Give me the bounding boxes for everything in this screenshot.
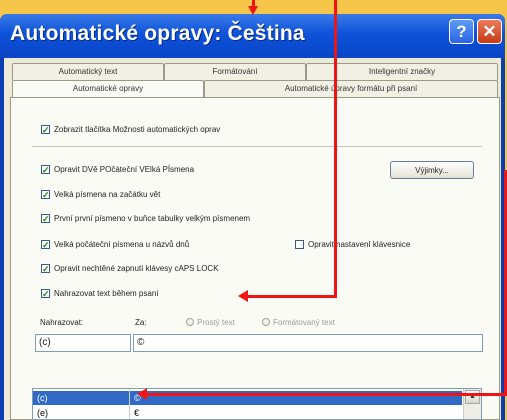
replace-label: Nahrazovat: [40,318,84,327]
show-buttons-checkbox[interactable]: ✓ [41,125,50,135]
caps-lock-checkbox[interactable]: ✓ [41,264,50,274]
column-separator [129,389,130,419]
list-item-to: € [134,408,140,418]
annotation-line [146,393,507,396]
list-item-from: (c) [37,393,48,403]
plain-text-label: Prostý text [197,318,235,327]
tab-autotext[interactable]: Automatický text [12,63,164,80]
formatted-text-label: Formátovaný text [273,318,335,327]
replace-input[interactable]: (c) [35,334,131,352]
separator [32,146,482,147]
replace-text-checkbox[interactable]: ✓ [41,289,50,299]
fix-keyboard-label: Opravit nastavení klávesnice [308,240,411,249]
formatted-text-radio[interactable] [262,318,270,326]
dialog-title: Automatické opravy: Čeština [10,22,305,45]
with-input[interactable]: © [133,334,483,352]
exceptions-button[interactable]: Výjimky... [390,161,474,179]
help-button[interactable]: ? [449,19,474,44]
annotation-arrow-icon [137,388,147,400]
tab-row-top: Automatický text Formátování Inteligentn… [12,63,498,80]
show-buttons-label: Zobrazit tlačítka Možnosti automatických… [54,125,221,134]
with-label: Za: [135,318,147,327]
plain-text-radio[interactable] [186,318,194,326]
capitalize-sentence-label: Velká písmena na začátku vět [54,190,161,199]
list-item[interactable]: (e) € [33,406,462,419]
annotation-line [334,0,337,297]
list-item-from: (e) [37,408,48,418]
capitalize-days-label: Velká počáteční písmena u názvů dnů [54,240,190,249]
screenshot-stage: Automatické opravy: Čeština ? ✕ Automati… [0,0,507,420]
capitalize-table-checkbox[interactable]: ✓ [41,214,50,224]
capitalize-days-checkbox[interactable]: ✓ [41,240,50,250]
capitalize-table-label: První první písmeno v buňce tabulky velk… [54,214,251,223]
tab-row-bottom: Automatické opravy Automatické úpravy fo… [12,80,498,99]
annotation-line [247,295,337,298]
capitalize-sentence-checkbox[interactable]: ✓ [41,190,50,200]
two-initial-caps-checkbox[interactable]: ✓ [41,165,50,175]
replace-text-label: Nahrazovat text během psaní [54,289,159,298]
caps-lock-label: Opravit nechtěné zapnutí klávesy cAPS LO… [54,264,219,273]
annotation-arrow-icon [248,6,258,15]
two-initial-caps-label: Opravit DVě POčáteční VElká PÍsmena [54,165,195,174]
tab-formatting[interactable]: Formátování [164,63,306,80]
fix-keyboard-checkbox[interactable] [295,240,304,249]
annotation-arrow-icon [238,290,248,302]
tab-autoformat-as-you-type[interactable]: Automatické úpravy formátu při psaní [204,80,498,97]
close-button[interactable]: ✕ [477,19,502,44]
